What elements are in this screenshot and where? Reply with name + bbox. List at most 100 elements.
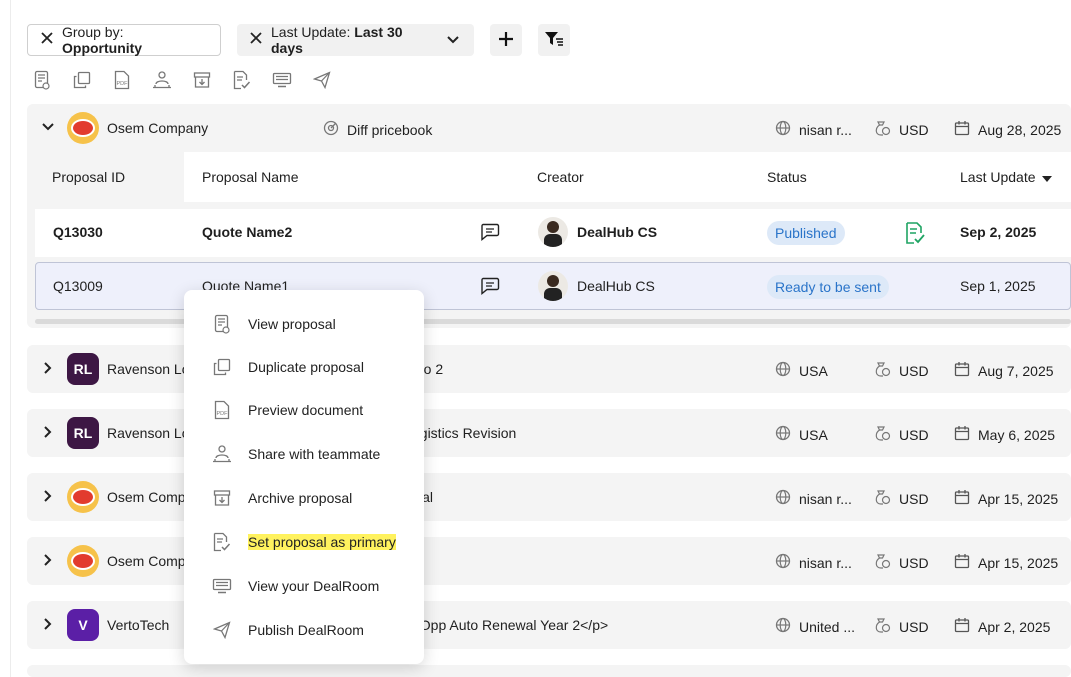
dealroom-icon bbox=[212, 576, 232, 596]
group-name: Osem Company bbox=[107, 120, 209, 136]
proposal-name[interactable]: Quote Name2 bbox=[202, 224, 292, 240]
opportunity-name: Diff pricebook bbox=[347, 121, 433, 138]
view-icon bbox=[212, 314, 232, 334]
group-by-label: Group by: bbox=[62, 24, 124, 40]
menu-item-share-with-teammate[interactable]: Share with teammate bbox=[184, 436, 424, 472]
chevron-down-icon[interactable] bbox=[40, 119, 56, 135]
left-divider bbox=[10, 0, 11, 677]
col-last-update[interactable]: Last Update bbox=[960, 169, 1052, 185]
col-proposal-id[interactable]: Proposal ID bbox=[52, 169, 125, 185]
group-country: nisan r... bbox=[775, 489, 852, 508]
svg-text:PDF: PDF bbox=[217, 411, 229, 417]
pdf-icon[interactable]: PDF bbox=[112, 68, 132, 92]
close-icon[interactable] bbox=[249, 31, 263, 50]
group-currency: USD bbox=[873, 361, 929, 380]
calendar-icon bbox=[954, 489, 970, 508]
plus-icon bbox=[497, 30, 515, 51]
filter-bar: Group by: Opportunity Last Update: Last … bbox=[27, 24, 570, 56]
company-avatar: RL bbox=[67, 353, 99, 385]
group-by-value: Opportunity bbox=[62, 40, 143, 56]
money-bag-icon bbox=[873, 120, 891, 139]
set-primary-icon[interactable] bbox=[232, 68, 252, 92]
duplicate-icon[interactable] bbox=[72, 68, 92, 92]
group-date: Apr 2, 2025 bbox=[954, 617, 1050, 636]
group-country: USA bbox=[775, 361, 828, 380]
proposal-table-header: Proposal ID Proposal Name Creator Status… bbox=[27, 152, 1071, 202]
calendar-icon bbox=[954, 553, 970, 572]
sort-desc-icon bbox=[1041, 169, 1052, 185]
archive-icon[interactable] bbox=[192, 68, 212, 92]
calendar-icon bbox=[954, 120, 970, 139]
globe-icon bbox=[775, 617, 791, 636]
archive-icon bbox=[212, 488, 232, 508]
chevron-right-icon[interactable] bbox=[40, 616, 56, 632]
avatar bbox=[538, 271, 568, 301]
calendar-icon bbox=[954, 617, 970, 636]
add-filter-button[interactable] bbox=[490, 24, 522, 56]
chevron-right-icon[interactable] bbox=[40, 552, 56, 568]
menu-item-duplicate-proposal[interactable]: Duplicate proposal bbox=[184, 349, 424, 385]
group-currency: USD bbox=[873, 120, 929, 139]
group-name: Osem Comp bbox=[107, 489, 186, 505]
chevron-right-icon[interactable] bbox=[40, 424, 56, 440]
comment-icon[interactable] bbox=[480, 277, 500, 298]
last-update-chip[interactable]: Last Update: Last 30 days bbox=[237, 24, 474, 56]
globe-icon bbox=[775, 553, 791, 572]
group-country: nisan r... bbox=[775, 553, 852, 572]
dealroom-icon[interactable] bbox=[272, 68, 292, 92]
money-bag-icon bbox=[873, 489, 891, 508]
last-update-label: Last Update: bbox=[271, 24, 351, 40]
company-logo bbox=[67, 112, 99, 144]
set-primary-icon bbox=[212, 532, 232, 552]
chevron-right-icon[interactable] bbox=[40, 488, 56, 504]
last-update-date: Sep 1, 2025 bbox=[960, 278, 1036, 294]
filter-settings-button[interactable] bbox=[538, 24, 570, 56]
menu-item-view-dealroom[interactable]: View your DealRoom bbox=[184, 568, 424, 604]
menu-item-set-primary[interactable]: Set proposal as primary bbox=[184, 524, 424, 560]
menu-item-view-proposal[interactable]: View proposal bbox=[184, 306, 424, 342]
group-currency: USD bbox=[873, 617, 929, 636]
col-proposal-name[interactable]: Proposal Name bbox=[202, 169, 299, 185]
pricebook-icon bbox=[323, 120, 339, 139]
group-name: VertoTech bbox=[107, 617, 170, 633]
share-icon[interactable] bbox=[152, 68, 172, 92]
group-date: Aug 28, 2025 bbox=[954, 120, 1061, 139]
group-name: Ravenson Lo bbox=[107, 361, 190, 377]
publish-icon[interactable] bbox=[312, 68, 332, 92]
col-creator[interactable]: Creator bbox=[537, 169, 584, 185]
group-name: Ravenson Lo bbox=[107, 425, 190, 441]
group-by-chip[interactable]: Group by: Opportunity bbox=[27, 24, 221, 56]
group-country: United ... bbox=[775, 617, 855, 636]
calendar-icon bbox=[954, 361, 970, 380]
opportunity-name: t Opp Auto Renewal Year 2</p> bbox=[412, 617, 609, 633]
view-icon[interactable] bbox=[32, 68, 52, 92]
group-date: May 6, 2025 bbox=[954, 425, 1055, 444]
globe-icon bbox=[775, 120, 791, 139]
money-bag-icon bbox=[873, 617, 891, 636]
calendar-icon bbox=[954, 425, 970, 444]
action-toolbar: PDF bbox=[32, 68, 332, 92]
menu-item-archive-proposal[interactable]: Archive proposal bbox=[184, 480, 424, 516]
group-header[interactable]: Osem Company Diff pricebook nisan r... U… bbox=[27, 104, 1071, 152]
menu-item-publish-dealroom[interactable]: Publish DealRoom bbox=[184, 612, 424, 648]
col-status[interactable]: Status bbox=[767, 169, 807, 185]
chevron-right-icon[interactable] bbox=[40, 360, 56, 376]
menu-item-preview-document[interactable]: PDF Preview document bbox=[184, 392, 424, 428]
company-avatar: V bbox=[67, 609, 99, 641]
filter-icon bbox=[544, 30, 564, 51]
creator-name: DealHub CS bbox=[577, 224, 658, 240]
close-icon[interactable] bbox=[40, 31, 54, 50]
group-country: USA bbox=[775, 425, 828, 444]
pdf-icon: PDF bbox=[212, 400, 232, 420]
primary-check-icon bbox=[905, 221, 925, 248]
globe-icon bbox=[775, 425, 791, 444]
group-currency: USD bbox=[873, 489, 929, 508]
company-logo bbox=[67, 545, 99, 577]
group-country: nisan r... bbox=[775, 120, 852, 139]
globe-icon bbox=[775, 489, 791, 508]
publish-icon bbox=[212, 620, 232, 640]
opportunity-group-partial[interactable] bbox=[27, 665, 1071, 677]
proposal-id: Q13030 bbox=[53, 224, 103, 240]
comment-icon[interactable] bbox=[480, 223, 500, 244]
table-row[interactable]: Q13030 Quote Name2 DealHub CS Published … bbox=[35, 209, 1071, 257]
